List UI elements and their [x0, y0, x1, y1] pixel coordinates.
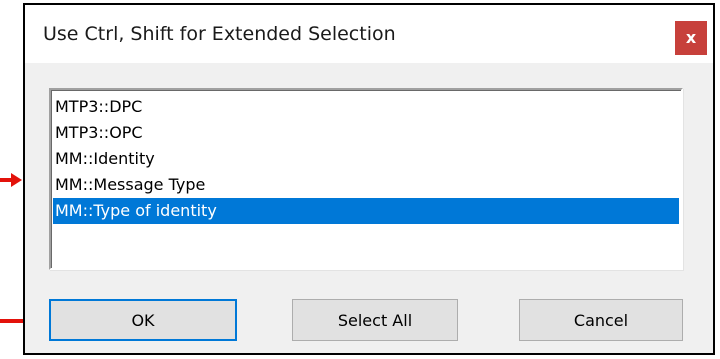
list-item[interactable]: MM::Identity: [53, 146, 679, 172]
list-item[interactable]: MM::Message Type: [53, 172, 679, 198]
list-item[interactable]: MTP3::DPC: [53, 94, 679, 120]
close-icon: x: [685, 28, 697, 47]
list-items: MTP3::DPC MTP3::OPC MM::Identity MM::Mes…: [53, 94, 679, 224]
selection-dialog: Use Ctrl, Shift for Extended Selection x…: [23, 3, 715, 355]
annotation-arrow-icon: [0, 173, 22, 187]
list-item-selected[interactable]: MM::Type of identity: [53, 198, 679, 224]
title-bar[interactable]: Use Ctrl, Shift for Extended Selection x: [25, 5, 713, 63]
dialog-body: MTP3::DPC MTP3::OPC MM::Identity MM::Mes…: [25, 63, 713, 353]
annotation-line: [0, 319, 24, 323]
field-listbox[interactable]: MTP3::DPC MTP3::OPC MM::Identity MM::Mes…: [49, 88, 683, 270]
screenshot-canvas: Use Ctrl, Shift for Extended Selection x…: [0, 0, 720, 359]
ok-button[interactable]: OK: [49, 299, 237, 341]
list-item[interactable]: MTP3::OPC: [53, 120, 679, 146]
select-all-button[interactable]: Select All: [292, 299, 458, 341]
close-button[interactable]: x: [675, 21, 707, 55]
dialog-title: Use Ctrl, Shift for Extended Selection: [43, 23, 396, 45]
cancel-button[interactable]: Cancel: [519, 299, 683, 341]
